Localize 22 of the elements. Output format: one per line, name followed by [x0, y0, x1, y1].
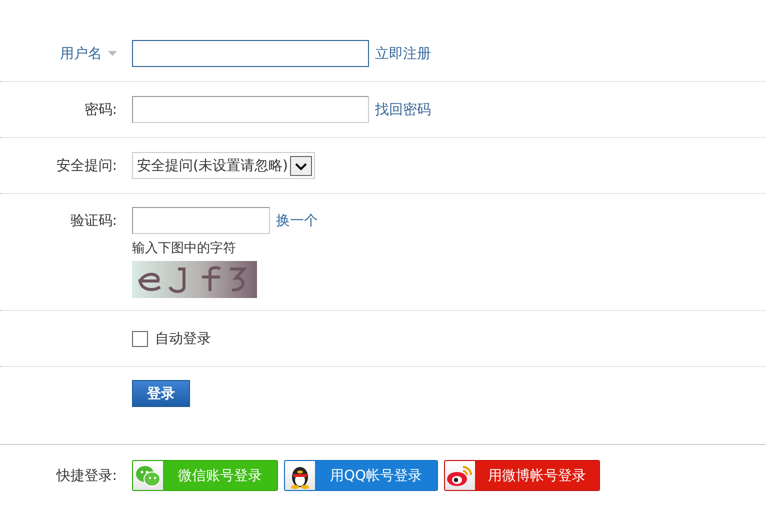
- auto-login-checkbox[interactable]: [132, 330, 148, 346]
- username-field[interactable]: [132, 40, 369, 67]
- chevron-down-icon: [290, 156, 312, 176]
- weibo-eye-icon: [446, 464, 474, 488]
- password-field[interactable]: [132, 96, 369, 123]
- register-link[interactable]: 立即注册: [375, 44, 431, 62]
- caret-icon[interactable]: [108, 51, 117, 56]
- captcha-label: 验证码:: [70, 212, 117, 230]
- captcha-hint: 输入下图中的字符: [132, 240, 236, 257]
- social-login-button[interactable]: 用QQ帐号登录: [284, 460, 438, 491]
- login-button[interactable]: 登录: [132, 380, 190, 407]
- username-label[interactable]: 用户名: [60, 44, 102, 62]
- auto-login-label[interactable]: 自动登录: [155, 330, 211, 348]
- password-label: 密码:: [84, 100, 117, 118]
- social-login-button[interactable]: 用微博帐号登录: [444, 460, 600, 491]
- security-question-dropdown[interactable]: 安全提问(未设置请忽略): [132, 152, 315, 179]
- chat-bubbles-icon: [135, 464, 161, 488]
- refresh-captcha-link[interactable]: 换一个: [276, 212, 318, 230]
- quick-login-label: 快捷登录:: [56, 466, 117, 484]
- recover-password-link[interactable]: 找回密码: [375, 100, 431, 118]
- captcha-field[interactable]: [132, 207, 270, 234]
- security-question-label: 安全提问:: [56, 156, 117, 174]
